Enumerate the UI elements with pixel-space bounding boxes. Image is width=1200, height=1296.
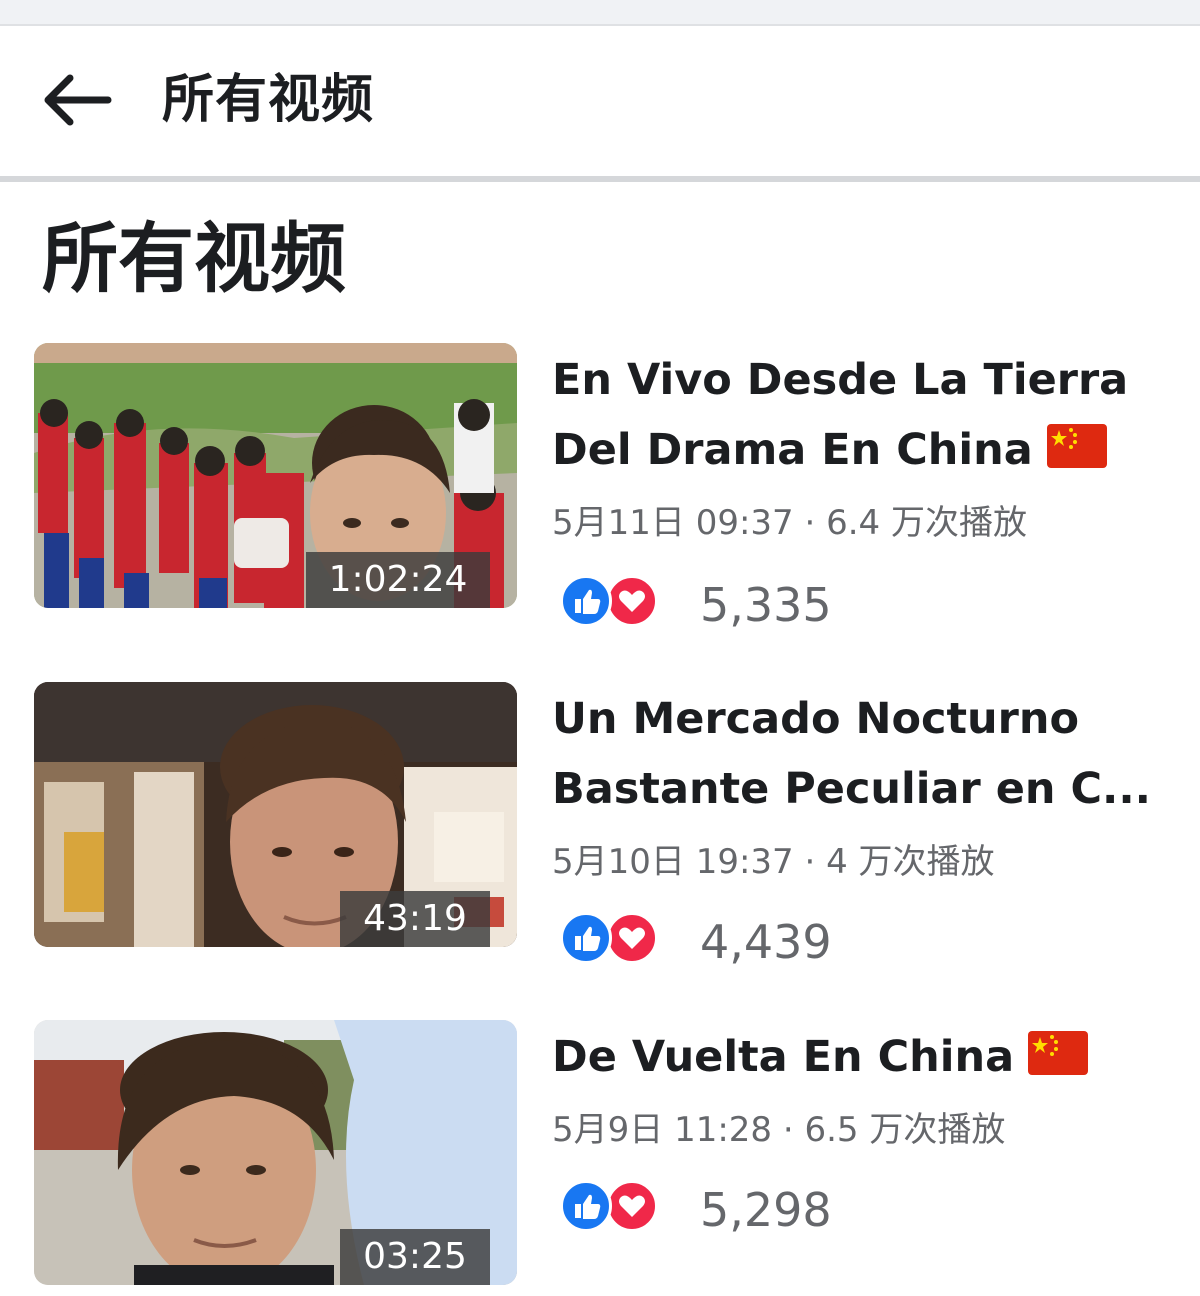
video-item[interactable]: 1:02:24 En Vivo Desde La Tierra Del Dram…	[34, 343, 1174, 632]
section-title: 所有视频	[42, 214, 346, 303]
video-title-line2: Del Drama En China	[552, 425, 1033, 475]
video-duration: 03:25	[340, 1229, 490, 1285]
video-meta: 5月11日 09:37 · 6.4 万次播放	[552, 503, 1027, 543]
video-title[interactable]: En Vivo Desde La Tierra Del Drama En Chi…	[552, 345, 1172, 485]
video-meta: 5月10日 19:37 · 4 万次播放	[552, 842, 995, 882]
header-divider	[0, 176, 1200, 182]
china-flag-icon	[1028, 1031, 1089, 1075]
back-button[interactable]	[40, 72, 112, 128]
video-duration: 1:02:24	[306, 552, 490, 608]
video-title[interactable]: Un Mercado Nocturno Bastante Peculiar en…	[552, 684, 1172, 824]
reaction-count: 5,298	[700, 1183, 832, 1237]
reaction-count: 4,439	[700, 915, 832, 969]
status-band	[0, 0, 1200, 26]
video-meta: 5月9日 11:28 · 6.5 万次播放	[552, 1110, 1006, 1150]
reaction-icons	[560, 575, 670, 627]
video-duration: 43:19	[340, 891, 490, 947]
video-title[interactable]: De Vuelta En China	[552, 1022, 1172, 1092]
thumbs-up-icon	[560, 575, 612, 627]
arrow-left-icon	[44, 74, 112, 126]
video-title-line1: De Vuelta En China	[552, 1032, 1015, 1082]
reaction-icons	[560, 1180, 670, 1232]
thumbs-up-icon	[560, 912, 612, 964]
video-thumbnail[interactable]: 03:25	[34, 1020, 517, 1285]
heart-icon	[606, 912, 658, 964]
reaction-count: 5,335	[700, 578, 832, 632]
video-title-line2: Bastante Peculiar en C...	[552, 764, 1152, 814]
heart-icon	[606, 575, 658, 627]
header-title: 所有视频	[162, 70, 375, 130]
thumbs-up-icon	[560, 1180, 612, 1232]
top-app-bar: 所有视频	[0, 26, 1200, 176]
video-item[interactable]: 43:19 Un Mercado Nocturno Bastante Pecul…	[34, 682, 1174, 969]
video-thumbnail[interactable]: 1:02:24	[34, 343, 517, 608]
video-item[interactable]: 03:25 De Vuelta En China 5月9日 11:28 · 6.…	[34, 1020, 1174, 1290]
heart-icon	[606, 1180, 658, 1232]
china-flag-icon	[1046, 424, 1107, 468]
reaction-icons	[560, 912, 670, 964]
video-title-line1: Un Mercado Nocturno	[552, 694, 1080, 744]
video-title-line1: En Vivo Desde La Tierra	[552, 355, 1129, 405]
video-thumbnail[interactable]: 43:19	[34, 682, 517, 947]
